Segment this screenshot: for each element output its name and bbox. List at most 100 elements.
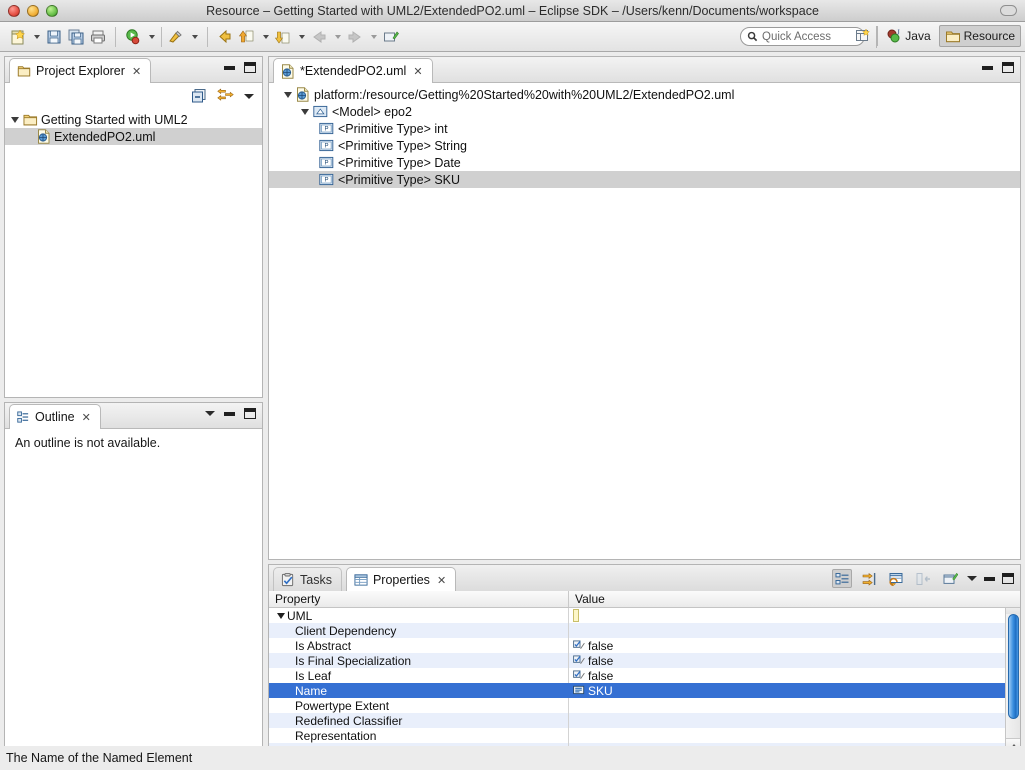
tab-properties-close[interactable]: ✕	[437, 574, 446, 587]
view-menu-icon[interactable]	[244, 93, 254, 99]
link-with-editor-icon[interactable]	[217, 88, 234, 104]
quick-access-input[interactable]: Quick Access	[740, 27, 865, 46]
tab-outline-close[interactable]: ✕	[82, 411, 91, 424]
print-icon[interactable]	[87, 26, 109, 48]
property-label: Redefined Classifier	[295, 713, 403, 728]
table-row-selected[interactable]: Name SKU	[269, 683, 1020, 698]
minimize-icon[interactable]	[224, 65, 235, 70]
property-value-cell[interactable]: SKU	[569, 683, 1020, 698]
prev-annotation-icon[interactable]	[308, 26, 330, 48]
tree-row-primitive-int[interactable]: P <Primitive Type> int	[269, 120, 1020, 137]
property-value-cell[interactable]	[569, 728, 1020, 743]
debug-dropdown[interactable]	[144, 26, 158, 48]
new-properties-tab-icon[interactable]	[940, 569, 960, 588]
show-categories-icon[interactable]	[832, 569, 852, 588]
tab-project-explorer[interactable]: Project Explorer ✕	[9, 58, 152, 83]
tab-project-explorer-close[interactable]: ✕	[132, 65, 141, 78]
scrollbar-thumb[interactable]	[1008, 614, 1019, 719]
maximize-icon[interactable]	[1002, 62, 1014, 73]
tree-row-primitive-string[interactable]: P <Primitive Type> String	[269, 137, 1020, 154]
property-value-cell[interactable]	[569, 698, 1020, 713]
tab-properties[interactable]: Properties ✕	[345, 567, 457, 592]
boolean-value-icon	[573, 670, 585, 680]
svg-text:P: P	[324, 161, 328, 167]
last-edit-location-icon[interactable]	[380, 26, 402, 48]
minimize-icon[interactable]	[984, 576, 995, 581]
table-row[interactable]: Is Leaf false	[269, 668, 1020, 683]
tab-outline[interactable]: Outline ✕	[9, 404, 101, 429]
status-message: The Name of the Named Element	[6, 751, 193, 765]
expand-twisty-icon[interactable]	[9, 116, 20, 123]
tree-node-project[interactable]: Getting Started with UML2	[5, 111, 262, 128]
view-menu-icon[interactable]	[205, 411, 215, 416]
primitive-type-icon: P	[319, 139, 334, 152]
table-row[interactable]: Redefined Classifier	[269, 713, 1020, 728]
table-row[interactable]: Is Final Specialization false	[269, 653, 1020, 668]
tree-row-model[interactable]: <Model> epo2	[269, 103, 1020, 120]
tree-row-resource[interactable]: platform:/resource/Getting%20Started%20w…	[269, 86, 1020, 103]
search-icon	[747, 31, 758, 42]
tree-node-file[interactable]: ExtendedPO2.uml	[5, 128, 262, 145]
zoom-button[interactable]	[46, 4, 58, 17]
perspective-java[interactable]: J Java	[881, 25, 935, 47]
collapse-twisty-icon[interactable]	[277, 612, 285, 619]
project-explorer-tabbar: Project Explorer ✕	[5, 57, 262, 83]
save-all-icon[interactable]	[65, 26, 87, 48]
column-header-value[interactable]: Value	[569, 591, 605, 607]
table-row[interactable]: UML	[269, 608, 1020, 623]
down-icon[interactable]	[272, 26, 294, 48]
properties-vertical-scrollbar[interactable]	[1005, 608, 1020, 768]
toolbar-toggle-button[interactable]	[1000, 5, 1017, 16]
perspective-resource[interactable]: Resource	[938, 25, 1021, 47]
maximize-icon[interactable]	[244, 408, 256, 419]
external-tools-icon[interactable]	[165, 26, 187, 48]
minimize-icon[interactable]	[224, 411, 235, 416]
new-wizard-icon[interactable]	[7, 26, 29, 48]
view-menu-icon[interactable]	[967, 576, 977, 581]
property-value-cell[interactable]: false	[569, 653, 1020, 668]
expand-twisty-icon[interactable]	[284, 91, 292, 98]
property-value-cell[interactable]	[569, 608, 1020, 623]
restore-defaults-icon[interactable]	[886, 569, 906, 588]
back-icon[interactable]	[214, 26, 236, 48]
tab-tasks[interactable]: Tasks	[273, 567, 342, 592]
uml-resource-icon	[297, 87, 309, 102]
collapse-all-icon[interactable]	[191, 88, 207, 104]
column-header-property[interactable]: Property	[269, 591, 569, 607]
tree-row-primitive-sku[interactable]: P <Primitive Type> SKU	[269, 171, 1020, 188]
minimize-button[interactable]	[27, 4, 39, 17]
table-row[interactable]: Client Dependency	[269, 623, 1020, 638]
property-label: Name	[295, 683, 328, 698]
tab-editor-close[interactable]: ✕	[413, 65, 422, 78]
external-tools-dropdown[interactable]	[187, 26, 201, 48]
table-row[interactable]: Representation	[269, 728, 1020, 743]
value-editor-cell[interactable]	[573, 609, 579, 622]
maximize-icon[interactable]	[244, 62, 256, 73]
debug-icon[interactable]	[122, 26, 144, 48]
property-value-cell[interactable]	[569, 713, 1020, 728]
property-value-cell[interactable]: false	[569, 668, 1020, 683]
pin-icon[interactable]	[913, 569, 933, 588]
minimize-icon[interactable]	[982, 65, 993, 70]
down-dropdown[interactable]	[294, 26, 308, 48]
next-annotation-icon[interactable]	[344, 26, 366, 48]
close-button[interactable]	[8, 4, 20, 17]
save-icon[interactable]	[43, 26, 65, 48]
new-wizard-dropdown[interactable]	[29, 26, 43, 48]
next-annotation-dropdown[interactable]	[366, 26, 380, 48]
maximize-icon[interactable]	[1002, 573, 1014, 584]
expand-twisty-icon[interactable]	[301, 108, 309, 115]
table-row[interactable]: Powertype Extent	[269, 698, 1020, 713]
up-icon[interactable]	[236, 26, 258, 48]
table-row[interactable]: Is Abstract false	[269, 638, 1020, 653]
property-value-cell[interactable]	[569, 623, 1020, 638]
tab-extendedpo2-editor[interactable]: *ExtendedPO2.uml ✕	[273, 58, 433, 83]
open-perspective-button[interactable]	[852, 25, 874, 47]
tree-row-model-label: <Model> epo2	[332, 104, 412, 119]
tree-row-primitive-date[interactable]: P <Primitive Type> Date	[269, 154, 1020, 171]
up-dropdown[interactable]	[258, 26, 272, 48]
prev-annotation-dropdown[interactable]	[330, 26, 344, 48]
tab-project-explorer-label: Project Explorer	[36, 64, 125, 78]
property-value-cell[interactable]: false	[569, 638, 1020, 653]
show-advanced-properties-icon[interactable]	[859, 569, 879, 588]
